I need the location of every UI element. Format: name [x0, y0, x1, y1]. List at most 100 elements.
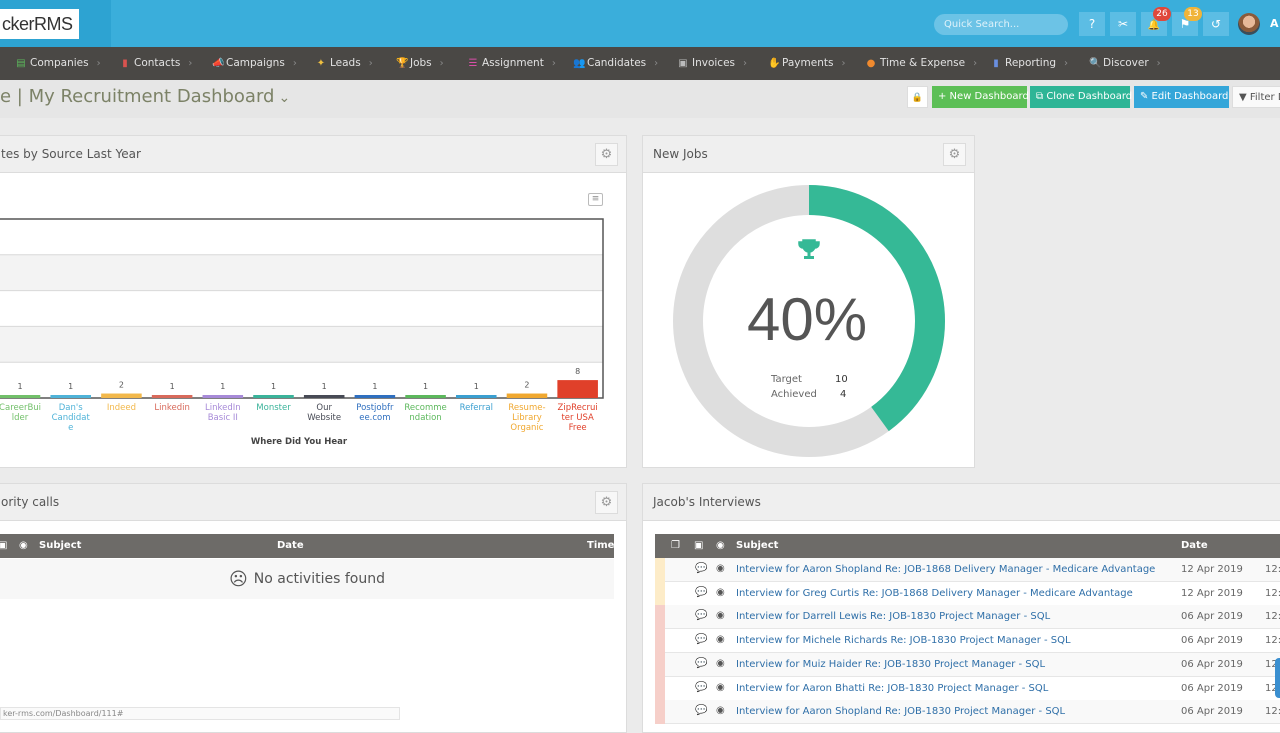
eye-icon[interactable]: ◉ [716, 705, 725, 716]
chat-icon[interactable]: 💬 [695, 634, 707, 645]
eye-icon[interactable]: ◉ [716, 610, 725, 621]
priority-calls-table-header: ▣ ◉ Subject Date Time [0, 534, 614, 558]
interview-subject-link[interactable]: Interview for Greg Curtis Re: JOB-1868 D… [736, 588, 1133, 599]
chevron-right-icon: › [973, 58, 978, 69]
panel-title: Jacob's Interviews [653, 495, 761, 509]
bar-value-label: 1 [423, 382, 428, 391]
interview-subject-link[interactable]: Interview for Muiz Haider Re: JOB-1830 P… [736, 659, 1045, 670]
chevron-right-icon: › [368, 58, 373, 69]
empty-message: No activities found [253, 571, 385, 587]
nav-item-invoices[interactable]: ▣ Invoices › [678, 47, 747, 80]
bar-value-label: 2 [119, 381, 124, 390]
eye-icon[interactable]: ◉ [716, 682, 725, 693]
filter-dashboard-button[interactable]: ▼ Filter D [1232, 86, 1280, 108]
status-stripe [655, 558, 665, 582]
user-name[interactable]: A [1270, 17, 1279, 30]
quick-search-input[interactable] [934, 14, 1068, 35]
category-label: Free [569, 423, 587, 433]
nav-item-contacts[interactable]: ▮ Contacts › [120, 47, 192, 80]
edit-dashboard-button[interactable]: ✎ Edit Dashboard [1134, 86, 1229, 108]
nav-item-discover[interactable]: 🔍 Discover › [1089, 47, 1161, 80]
nav-label: Companies [30, 57, 89, 69]
bar-value-label: 1 [17, 382, 22, 391]
nav-item-companies[interactable]: ▤ Companies › [16, 47, 100, 80]
flags-button[interactable]: ⚑ 13 [1172, 7, 1202, 36]
interview-subject-link[interactable]: Interview for Michele Richards Re: JOB-1… [736, 635, 1071, 646]
chat-icon[interactable]: 💬 [695, 610, 707, 621]
gear-icon: ⚙ [948, 147, 961, 162]
category-label: Recomme [404, 403, 446, 413]
nav-item-jobs[interactable]: 🏆 Jobs › [396, 47, 444, 80]
nav-label: Campaigns [226, 57, 285, 69]
column-date[interactable]: Date [277, 540, 304, 551]
category-label: ZipRecrui [558, 403, 598, 413]
hamburger-icon: ≡ [591, 194, 600, 204]
interview-subject-link[interactable]: Interview for Darrell Lewis Re: JOB-1830… [736, 611, 1050, 622]
lock-button[interactable]: 🔒 [907, 86, 928, 108]
dashboard-name: e | My Recruitment Dashboard [0, 86, 275, 107]
chat-icon[interactable]: 💬 [695, 563, 707, 574]
settings-button[interactable]: ⚙ [943, 143, 966, 166]
user-avatar[interactable] [1238, 13, 1260, 35]
logo[interactable]: ckerRMS [0, 9, 79, 39]
status-bar-url: ker-rms.com/Dashboard/111# [0, 707, 400, 720]
interview-row: 💬 ◉ Interview for Michele Richards Re: JOB… [655, 629, 1280, 654]
chat-icon[interactable]: 💬 [695, 658, 707, 669]
chevron-right-icon: › [1064, 58, 1069, 69]
category-label: Our [316, 403, 332, 413]
interview-subject-link[interactable]: Interview for Aaron Bhatti Re: JOB-1830 … [736, 683, 1048, 694]
chat-icon[interactable]: 💬 [695, 705, 707, 716]
eye-icon[interactable]: ◉ [716, 563, 725, 574]
column-subject[interactable]: Subject [736, 540, 778, 551]
category-label: Dan's [59, 403, 83, 413]
help-icon: ? [1088, 17, 1096, 31]
interview-row: 💬 ◉ Interview for Aaron Shopland Re: JOB-1… [655, 700, 1280, 725]
chat-icon[interactable]: 💬 [695, 682, 707, 693]
nav-icon: 📣 [212, 58, 225, 69]
nav-item-candidates[interactable]: 👥 Candidates › [573, 47, 658, 80]
nav-item-time-expense[interactable]: ● Time & Expense › [866, 47, 978, 80]
chat-icon[interactable]: 💬 [695, 587, 707, 598]
nav-item-leads[interactable]: ✦ Leads › [316, 47, 373, 80]
chevron-right-icon: › [1156, 58, 1161, 69]
status-stripe [655, 629, 665, 654]
nav-icon: ✋ [768, 58, 781, 69]
settings-button[interactable]: ⚙ [595, 491, 618, 514]
chevron-down-icon[interactable]: ⌄ [278, 90, 290, 106]
bar-value-label: 1 [68, 382, 73, 391]
page-title[interactable]: e | My Recruitment Dashboard ⌄ [0, 86, 290, 107]
nav-item-campaigns[interactable]: 📣 Campaigns › [212, 47, 297, 80]
interview-time: 12: [1265, 706, 1280, 718]
eye-icon[interactable]: ◉ [716, 587, 725, 598]
nav-label: Jobs [410, 57, 432, 69]
interview-date: 12 Apr 2019 [1181, 564, 1243, 575]
side-feedback-tab[interactable] [1275, 658, 1280, 698]
interview-subject-link[interactable]: Interview for Aaron Shopland Re: JOB-183… [736, 706, 1065, 717]
nav-item-assignment[interactable]: ☰ Assignment › [468, 47, 556, 80]
category-label: Candidat [52, 413, 91, 423]
settings-button[interactable]: ⚙ [595, 143, 618, 166]
copy-icon[interactable]: ❐ [671, 540, 680, 551]
notifications-button[interactable]: 🔔 26 [1141, 7, 1171, 36]
help-button[interactable]: ? [1079, 12, 1105, 36]
interview-date: 06 Apr 2019 [1181, 706, 1243, 718]
eye-icon[interactable]: ◉ [716, 634, 725, 645]
bar [202, 395, 244, 398]
interview-row: 💬 ◉ Interview for Muiz Haider Re: JOB-1830… [655, 652, 1280, 677]
bar-value-label: 1 [271, 382, 276, 391]
column-subject[interactable]: Subject [39, 540, 81, 551]
nav-item-payments[interactable]: ✋ Payments › [768, 47, 845, 80]
tools-button[interactable]: ✂ [1110, 12, 1136, 36]
new-dashboard-button[interactable]: + New Dashboard [932, 86, 1029, 108]
grid-band [0, 326, 603, 363]
eye-icon[interactable]: ◉ [716, 658, 725, 669]
clone-dashboard-button[interactable]: ⧉ Clone Dashboard [1030, 86, 1132, 108]
chevron-right-icon: › [292, 58, 297, 69]
history-button[interactable]: ↺ [1203, 12, 1229, 36]
column-time[interactable]: Time [587, 540, 614, 551]
nav-item-reporting[interactable]: ▮ Reporting › [991, 47, 1068, 80]
column-date[interactable]: Date [1181, 540, 1208, 551]
bar [354, 395, 396, 398]
interview-subject-link[interactable]: Interview for Aaron Shopland Re: JOB-186… [736, 564, 1155, 575]
eye-icon: ◉ [19, 540, 28, 551]
